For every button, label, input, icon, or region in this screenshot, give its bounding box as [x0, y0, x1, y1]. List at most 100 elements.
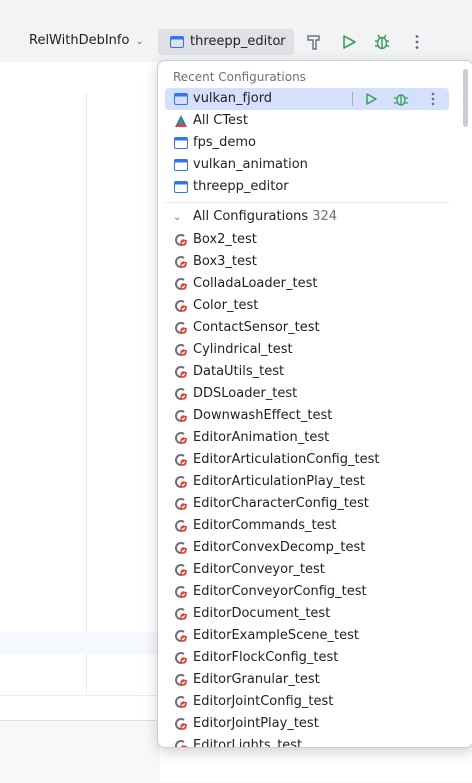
configuration-item[interactable]: EditorAnimation_test: [165, 427, 449, 449]
run-icon[interactable]: [363, 91, 379, 107]
google-test-icon: [175, 322, 187, 334]
run-configuration-selector[interactable]: threepp_editor ⌄: [158, 29, 294, 55]
config-label: Cylindrical_test: [193, 342, 293, 357]
config-label: fps_demo: [193, 135, 256, 150]
configuration-item[interactable]: EditorDocument_test: [165, 603, 449, 625]
debug-icon[interactable]: [373, 33, 391, 51]
cmake-target-icon: [174, 181, 188, 193]
config-label: Box2_test: [193, 232, 257, 247]
debug-icon[interactable]: [393, 91, 409, 107]
google-test-icon: [175, 586, 187, 598]
all-configurations-header[interactable]: ⌄ All Configurations 324: [173, 209, 337, 224]
config-label: vulkan_animation: [193, 157, 308, 172]
config-label: DataUtils_test: [193, 364, 285, 379]
configuration-item[interactable]: Color_test: [165, 295, 449, 317]
ctest-icon: [175, 115, 187, 127]
editor-separator: [0, 695, 160, 696]
config-label: Box3_test: [193, 254, 257, 269]
config-label: EditorCharacterConfig_test: [193, 496, 369, 511]
config-label: ColladaLoader_test: [193, 276, 318, 291]
cmake-target-icon: [174, 93, 188, 105]
configurations-count: 324: [312, 209, 338, 224]
configuration-item[interactable]: EditorCommands_test: [165, 515, 449, 537]
recent-config-item[interactable]: vulkan_animation: [165, 154, 449, 176]
recent-config-item[interactable]: vulkan_fjord: [165, 88, 449, 110]
configuration-item[interactable]: EditorConveyorConfig_test: [165, 581, 449, 603]
configuration-item[interactable]: EditorJointConfig_test: [165, 691, 449, 713]
editor-gutter-divider: [86, 92, 87, 695]
all-configurations-label: All Configurations: [193, 209, 309, 224]
config-label: DDSLoader_test: [193, 386, 298, 401]
configuration-item[interactable]: EditorArticulationPlay_test: [165, 471, 449, 493]
config-label: All CTest: [193, 113, 248, 128]
configuration-item[interactable]: EditorExampleScene_test: [165, 625, 449, 647]
google-test-icon: [175, 498, 187, 510]
config-label: threepp_editor: [193, 179, 289, 194]
more-options-icon[interactable]: [425, 91, 441, 107]
configuration-item[interactable]: DataUtils_test: [165, 361, 449, 383]
chevron-down-icon: ⌄: [276, 37, 285, 48]
cmake-target-icon: [170, 36, 184, 48]
build-type-selector[interactable]: RelWithDebInfo ⌄: [29, 33, 144, 48]
recent-config-item[interactable]: All CTest: [165, 110, 449, 132]
configuration-item[interactable]: ContactSensor_test: [165, 317, 449, 339]
configuration-item[interactable]: DownwashEffect_test: [165, 405, 449, 427]
google-test-icon: [175, 718, 187, 730]
google-test-icon: [175, 344, 187, 356]
configuration-item[interactable]: Box3_test: [165, 251, 449, 273]
google-test-icon: [175, 630, 187, 642]
run-configurations-popup: Recent Configurations vulkan_fjord All CT…: [157, 60, 472, 748]
configuration-item[interactable]: DDSLoader_test: [165, 383, 449, 405]
config-label: EditorJointPlay_test: [193, 716, 319, 731]
google-test-icon: [175, 278, 187, 290]
build-type-label: RelWithDebInfo: [29, 33, 130, 48]
configuration-item[interactable]: EditorGranular_test: [165, 669, 449, 691]
editor-highlighted-line: [0, 632, 160, 654]
run-icon[interactable]: [340, 33, 358, 51]
configuration-item[interactable]: EditorConveyor_test: [165, 559, 449, 581]
recent-configurations-header: Recent Configurations: [173, 70, 306, 84]
config-label: EditorArticulationPlay_test: [193, 474, 365, 489]
main-toolbar: RelWithDebInfo ⌄ threepp_editor ⌄: [0, 0, 472, 63]
cmake-target-icon: [174, 159, 188, 171]
configuration-item[interactable]: EditorArticulationConfig_test: [165, 449, 449, 471]
config-label: DownwashEffect_test: [193, 408, 333, 423]
bottom-panel: [0, 720, 160, 783]
configuration-item[interactable]: Cylindrical_test: [165, 339, 449, 361]
configuration-item[interactable]: EditorConvexDecomp_test: [165, 537, 449, 559]
google-test-icon: [175, 388, 187, 400]
recent-config-item[interactable]: fps_demo: [165, 132, 449, 154]
config-label: EditorJointConfig_test: [193, 694, 334, 709]
google-test-icon: [175, 300, 187, 312]
google-test-icon: [175, 608, 187, 620]
config-label: EditorGranular_test: [193, 672, 320, 687]
recent-config-item[interactable]: threepp_editor: [165, 176, 449, 198]
configuration-item[interactable]: EditorCharacterConfig_test: [165, 493, 449, 515]
configuration-item[interactable]: EditorJointPlay_test: [165, 713, 449, 735]
google-test-icon: [175, 476, 187, 488]
popup-scrollbar[interactable]: [463, 69, 468, 127]
google-test-icon: [175, 564, 187, 576]
config-label: EditorFlockConfig_test: [193, 650, 339, 665]
config-label: EditorCommands_test: [193, 518, 337, 533]
google-test-icon: [175, 366, 187, 378]
chevron-down-icon: ⌄: [135, 36, 144, 47]
configuration-item[interactable]: EditorFlockConfig_test: [165, 647, 449, 669]
configuration-item[interactable]: ColladaLoader_test: [165, 273, 449, 295]
google-test-icon: [175, 454, 187, 466]
config-label: vulkan_fjord: [193, 91, 273, 106]
config-label: Color_test: [193, 298, 259, 313]
build-hammer-icon[interactable]: [305, 33, 323, 51]
google-test-icon: [175, 696, 187, 708]
configuration-item[interactable]: EditorLights_test: [165, 735, 449, 747]
config-label: ContactSensor_test: [193, 320, 320, 335]
google-test-icon: [175, 432, 187, 444]
actions-divider: [352, 92, 353, 106]
configuration-item[interactable]: Box2_test: [165, 229, 449, 251]
google-test-icon: [175, 234, 187, 246]
more-options-icon[interactable]: [408, 33, 426, 51]
config-label: EditorConvexDecomp_test: [193, 540, 366, 555]
cmake-target-icon: [174, 137, 188, 149]
google-test-icon: [175, 542, 187, 554]
config-label: EditorArticulationConfig_test: [193, 452, 380, 467]
